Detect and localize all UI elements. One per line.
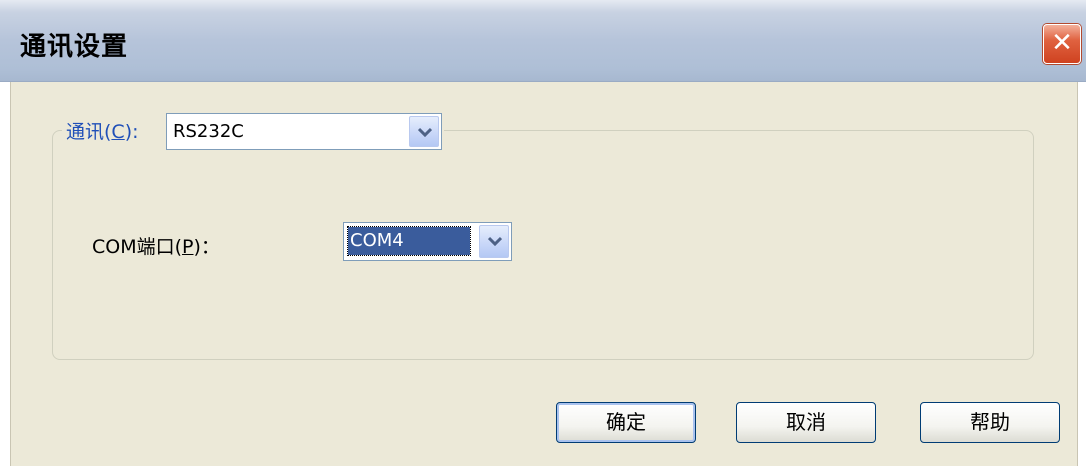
port-select-value: COM4 [347,226,471,256]
comm-select[interactable]: RS232C [166,113,442,150]
port-label-accelerator: P [182,236,194,258]
ok-button[interactable]: 确定 [556,402,696,443]
close-button[interactable]: ✕ [1043,24,1081,64]
comm-select-value: RS232C [173,121,244,142]
chevron-down-icon [488,236,502,246]
comm-settings-dialog: 通讯设置 ✕ 通讯(C): RS232C COM端口(P)： COM4 确定 取… [0,0,1086,466]
port-label-end: )： [193,236,220,258]
comm-label: 通讯(C): [66,117,139,144]
comm-dropdown-button[interactable] [409,116,439,147]
title-bar[interactable]: 通讯设置 ✕ [0,0,1086,82]
port-dropdown-button[interactable] [479,225,509,258]
cancel-button[interactable]: 取消 [736,402,876,443]
chevron-down-icon [418,127,432,137]
port-label: COM端口(P)： [92,232,220,259]
dialog-title: 通讯设置 [20,32,129,62]
comm-label-end: ): [124,121,139,143]
comm-label-accelerator: C [111,121,125,143]
comm-label-text: 通讯( [66,121,112,143]
close-icon: ✕ [1051,28,1073,58]
port-label-text: COM端口( [92,236,183,258]
port-select[interactable]: COM4 [343,222,512,261]
help-button[interactable]: 帮助 [920,402,1060,443]
